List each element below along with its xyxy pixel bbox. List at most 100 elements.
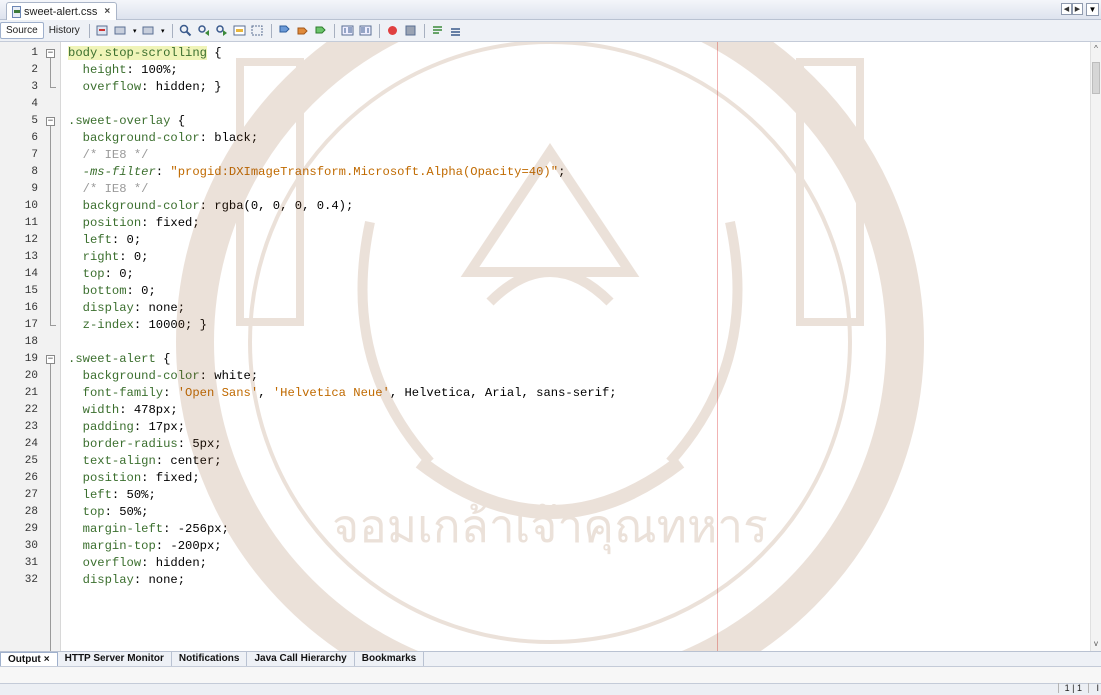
code-line[interactable]: top: 50%; xyxy=(68,504,149,521)
token-sel-hl: body.stop-scrolling xyxy=(68,46,207,60)
token-text: : 478px; xyxy=(119,403,178,417)
token-text: : fixed; xyxy=(141,216,200,230)
code-line[interactable]: left: 0; xyxy=(68,232,142,249)
code-line[interactable]: width: 478px; xyxy=(68,402,178,419)
editor-tab-sweet-alert-css[interactable]: sweet-alert.css × xyxy=(6,2,118,20)
output-tab-notifications[interactable]: Notifications xyxy=(172,652,248,666)
source-view-tab[interactable]: Source xyxy=(0,22,44,39)
code-line[interactable]: padding: 17px; xyxy=(68,419,185,436)
code-line[interactable]: -ms-filter: "progid:DXImageTransform.Mic… xyxy=(68,164,566,181)
code-line[interactable]: /* IE8 */ xyxy=(68,181,149,198)
tab-list-dropdown-icon[interactable]: ▼ xyxy=(1086,3,1099,16)
history-view-tab[interactable]: History xyxy=(44,23,85,38)
output-tab-java-call-hierarchy[interactable]: Java Call Hierarchy xyxy=(247,652,355,666)
start-macro-recording-icon[interactable] xyxy=(386,24,400,38)
code-line[interactable]: left: 50%; xyxy=(68,487,156,504)
token-prop: overflow xyxy=(82,556,142,570)
scroll-up-icon[interactable]: ^ xyxy=(1091,44,1101,54)
code-line[interactable]: background-color: white; xyxy=(68,368,259,385)
token-text: , xyxy=(258,386,273,400)
code-line[interactable]: text-align: center; xyxy=(68,453,222,470)
forward-icon[interactable] xyxy=(142,24,156,38)
find-previous-icon[interactable] xyxy=(197,24,211,38)
code-line[interactable]: background-color: rgba(0, 0, 0, 0.4); xyxy=(68,198,354,215)
shift-right-icon[interactable] xyxy=(359,24,373,38)
code-line[interactable]: font-family: 'Open Sans', 'Helvetica Neu… xyxy=(68,385,617,402)
token-prop: width xyxy=(82,403,120,417)
code-line[interactable]: bottom: 0; xyxy=(68,283,156,300)
token-text: : none; xyxy=(133,301,186,315)
code-editor[interactable]: 1−2 3 4 5−6 7 8 9 10 11 12 13 14 15 16 17 18 19−20 21 22 23… xyxy=(0,42,1101,651)
code-line[interactable]: top: 0; xyxy=(68,266,134,283)
token-text: : black; xyxy=(199,131,259,145)
scroll-right-icon[interactable]: ▶ xyxy=(1072,3,1083,15)
vertical-scrollbar[interactable]: ^ v xyxy=(1090,42,1101,651)
token-prop-i: -ms-filter xyxy=(82,165,156,179)
code-line[interactable]: margin-top: -200px; xyxy=(68,538,222,555)
toggle-highlight-icon[interactable] xyxy=(233,24,247,38)
code-area[interactable]: body.stop-scrolling { height: 100%; over… xyxy=(60,42,1090,651)
close-tab-icon[interactable]: × xyxy=(104,6,110,17)
scroll-down-icon[interactable]: v xyxy=(1091,639,1101,649)
toolbar-separator xyxy=(270,23,272,38)
token-text: { xyxy=(206,46,222,60)
shift-left-icon[interactable] xyxy=(341,24,355,38)
insert-mode: I xyxy=(1096,683,1099,693)
token-text: : 0; xyxy=(126,284,156,298)
code-line[interactable]: position: fixed; xyxy=(68,215,200,232)
output-tab-bookmarks[interactable]: Bookmarks xyxy=(355,652,425,666)
forward-dropdown-icon[interactable]: ▾ xyxy=(160,24,166,38)
output-tab-output[interactable]: Output × xyxy=(0,652,58,666)
line-number: 13 xyxy=(24,251,38,263)
code-line[interactable]: background-color: black; xyxy=(68,130,259,147)
scrollbar-thumb[interactable] xyxy=(1092,62,1100,94)
token-str: "progid:DXImageTransform.Microsoft.Alpha… xyxy=(170,165,559,179)
code-line[interactable]: right: 0; xyxy=(68,249,149,266)
code-line[interactable]: display: none; xyxy=(68,572,185,589)
code-line[interactable]: z-index: 10000; } xyxy=(68,317,207,334)
next-bookmark-icon[interactable] xyxy=(296,24,310,38)
code-line[interactable]: display: none; xyxy=(68,300,185,317)
line-number: 11 xyxy=(24,217,38,229)
code-line[interactable]: border-radius: 5px; xyxy=(68,436,222,453)
back-icon[interactable] xyxy=(114,24,128,38)
code-line[interactable]: overflow: hidden; } xyxy=(68,79,222,96)
fold-toggle-icon[interactable]: − xyxy=(46,117,55,126)
fold-toggle-icon[interactable]: − xyxy=(46,49,55,58)
token-text: : none; xyxy=(133,573,186,587)
line-number: 5 xyxy=(31,115,38,127)
stop-macro-recording-icon[interactable] xyxy=(404,24,418,38)
uncomment-icon[interactable] xyxy=(449,24,463,38)
code-line[interactable]: /* IE8 */ xyxy=(68,147,149,164)
token-prop: margin-top xyxy=(82,539,156,553)
code-line[interactable]: overflow: hidden; xyxy=(68,555,207,572)
code-line[interactable]: position: fixed; xyxy=(68,470,200,487)
line-number: 32 xyxy=(24,574,38,586)
code-line[interactable]: .sweet-overlay { xyxy=(68,113,185,130)
previous-bookmark-icon[interactable] xyxy=(278,24,292,38)
line-number: 30 xyxy=(24,540,38,552)
close-output-tab-icon[interactable]: × xyxy=(44,654,50,665)
fold-toggle-icon[interactable]: − xyxy=(46,355,55,364)
toggle-rect-selection-icon[interactable] xyxy=(251,24,265,38)
code-line[interactable]: height: 100%; xyxy=(68,62,178,79)
find-next-icon[interactable] xyxy=(215,24,229,38)
token-prop: bottom xyxy=(82,284,127,298)
comment-icon[interactable] xyxy=(431,24,445,38)
status-bar: 1 | 1 I xyxy=(0,683,1101,695)
back-dropdown-icon[interactable]: ▾ xyxy=(132,24,138,38)
line-number: 31 xyxy=(24,557,38,569)
line-number: 19 xyxy=(24,353,38,365)
find-icon[interactable] xyxy=(179,24,193,38)
code-line[interactable]: body.stop-scrolling { xyxy=(68,45,222,62)
code-line[interactable]: .sweet-alert { xyxy=(68,351,170,368)
scroll-left-icon[interactable]: ◀ xyxy=(1061,3,1072,15)
code-line[interactable]: margin-left: -256px; xyxy=(68,521,229,538)
toggle-bookmark-icon[interactable] xyxy=(314,24,328,38)
output-tab-http-server-monitor[interactable]: HTTP Server Monitor xyxy=(58,652,172,666)
last-edit-icon[interactable] xyxy=(96,24,110,38)
